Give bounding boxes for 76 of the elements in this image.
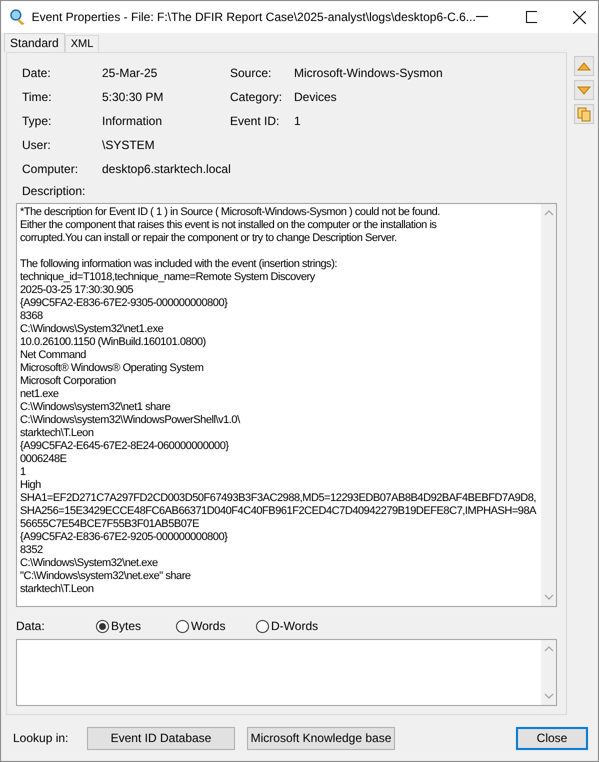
field-value: 5:30:30 PM: [102, 88, 164, 106]
description-line: Microsoft Corporation: [20, 375, 116, 388]
description-line: 1: [20, 466, 26, 479]
previous-button[interactable]: [574, 56, 594, 76]
tab[interactable]: Standard: [4, 33, 65, 52]
description-line: C:\Windows\System32\net1.exe: [20, 323, 164, 336]
up-triangle-icon: [577, 62, 591, 70]
scroll-down-icon[interactable]: [544, 594, 554, 600]
radio-option[interactable]: Bytes: [96, 617, 176, 635]
description-line: C:\Windows\system32\net1 share: [20, 401, 170, 414]
field-label: Time:: [22, 88, 53, 106]
radio-option[interactable]: Words: [176, 617, 256, 635]
copy-icon: [577, 106, 591, 122]
description-line: Either the component that raises this event is not installed on the computer or the installation is: [20, 219, 436, 232]
description-line: 0006248E: [20, 453, 67, 466]
lookup-button[interactable]: Event ID Database: [87, 726, 235, 750]
radio-icon[interactable]: [96, 620, 109, 632]
field-value: Devices: [294, 88, 337, 106]
description-line: net1.exe: [20, 388, 59, 401]
description-line: *The description for Event ID ( 1 ) in Source ( Microsoft-Windows-Sysmon ) could not be found.: [20, 206, 440, 219]
radio-icon[interactable]: [256, 620, 269, 632]
radio-option[interactable]: D-Words: [256, 617, 336, 635]
description-line: 56655C7E54BCE7F55B3F01AB5B07E: [20, 518, 199, 531]
radio-icon[interactable]: [176, 620, 189, 632]
field-label: Source:: [230, 64, 272, 82]
description-line: Microsoft® Windows® Operating System: [20, 362, 204, 375]
close-button[interactable]: Close: [516, 726, 588, 750]
window-title: Event Properties - File: F:\The DFIR Report Case\2025-analyst\logs\desktop6-C.6...: [32, 9, 476, 26]
description-line: C:\Windows\System32\net.exe: [20, 557, 158, 570]
description-line: The following information was included with the event (insertion strings):: [20, 258, 338, 271]
description-line: Net Command: [20, 349, 86, 362]
minimize-icon[interactable]: [476, 16, 488, 18]
description-line: High: [20, 479, 41, 492]
field-label: Event ID:: [230, 112, 280, 130]
next-button[interactable]: [574, 80, 594, 100]
description-label: Description:: [22, 185, 86, 197]
field-label: Computer:: [22, 160, 80, 178]
lookup-label: Lookup in:: [13, 730, 70, 747]
field-value: \SYSTEM: [102, 136, 156, 154]
field-value: 1: [294, 112, 301, 130]
description-line: 2025-03-25 17:30:30.905: [20, 284, 134, 297]
field-label: Type:: [22, 112, 52, 130]
description-line: {A99C5FA2-E836-67E2-9205-000000000800}: [20, 531, 228, 544]
tab[interactable]: XML: [64, 35, 100, 52]
scroll-up-icon[interactable]: [544, 646, 554, 652]
data-label: Data:: [16, 618, 46, 635]
field-label: Category:: [230, 88, 284, 106]
field-value: desktop6.starktech.local: [102, 160, 230, 178]
field-value: 25-Mar-25: [102, 64, 158, 82]
description-line: C:\Windows\system32\WindowsPowerShell\v1.0\: [20, 414, 240, 427]
scroll-up-icon[interactable]: [544, 210, 554, 216]
description-line: corrupted.You can install or repair the component or try to change Description Server.: [20, 232, 397, 245]
close-icon[interactable]: [573, 10, 586, 24]
description-line: technique_id=T1018,technique_name=Remote System Discovery: [20, 271, 315, 284]
description-line: 10.0.26100.1150 (WinBuild.160101.0800): [20, 336, 206, 349]
description-line: starktech\T.Leon: [20, 583, 94, 596]
description-line: {A99C5FA2-E645-67E2-8E24-060000000000}: [20, 440, 229, 453]
description-line: starktech\T.Leon: [20, 427, 94, 440]
field-value: Information: [102, 112, 164, 130]
description-line: 8352: [20, 544, 43, 557]
magnifier-icon: [9, 8, 27, 26]
description-box[interactable]: [16, 203, 557, 607]
description-line: SHA1=EF2D271C7A297FD2CD003D50F67493B3F3AC2988,MD5=12293EDB07AB8B4D92BAF4BEBFD7A9D8,: [20, 492, 536, 505]
field-label: User:: [22, 136, 52, 154]
copy-button[interactable]: [574, 104, 594, 124]
description-line: {A99C5FA2-E836-67E2-9305-000000000800}: [20, 297, 228, 310]
lookup-button[interactable]: Microsoft Knowledge base: [247, 726, 395, 750]
down-triangle-icon: [577, 86, 591, 94]
field-label: Date:: [22, 64, 52, 82]
scroll-down-icon[interactable]: [544, 693, 554, 699]
field-value: Microsoft-Windows-Sysmon: [294, 64, 443, 82]
maximize-icon[interactable]: [526, 11, 538, 23]
description-line: 8368: [20, 310, 43, 323]
data-box[interactable]: [16, 639, 557, 706]
description-line: "C:\Windows\system32\net.exe" share: [20, 570, 191, 583]
description-line: SHA256=15E3429ECCE48FC6AB66371D040F4C40FB961F2CED4C7D40942279B19DEFE8C7,IMPHASH=98A: [20, 505, 536, 518]
